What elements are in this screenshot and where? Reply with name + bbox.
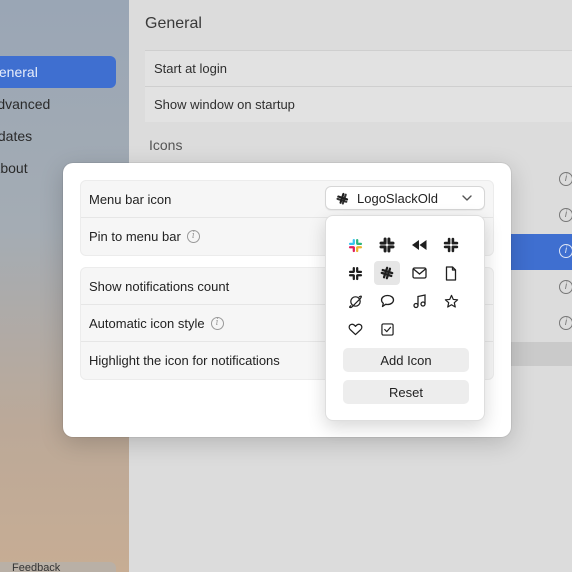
sidebar-item-advanced[interactable]: Advanced: [0, 88, 116, 120]
slack-color-icon[interactable]: [342, 233, 368, 257]
show-count-label: Show notifications count: [89, 278, 230, 294]
envelope-icon[interactable]: [406, 261, 432, 285]
pin-to-menu-bar-label: Pin to menu bar: [89, 229, 181, 244]
info-icon[interactable]: i: [559, 244, 572, 258]
rewind-icon[interactable]: [406, 233, 432, 257]
page-title: General: [145, 15, 202, 32]
sidebar-item-updates[interactable]: Updates: [0, 120, 116, 152]
slack-old-icon: [336, 192, 349, 205]
show-window-row[interactable]: Show window on startup: [145, 86, 572, 122]
reset-button[interactable]: Reset: [343, 380, 469, 404]
slack-bold-icon[interactable]: [374, 233, 400, 257]
sidebar-item-general[interactable]: General: [0, 56, 116, 88]
select-value: LogoSlackOld: [357, 190, 438, 206]
highlight-icon-label: Highlight the icon for notifications: [89, 353, 280, 368]
info-icon[interactable]: i: [559, 316, 572, 330]
info-icon[interactable]: i: [186, 230, 200, 243]
start-at-login-row[interactable]: Start at login: [145, 50, 572, 86]
star-icon[interactable]: [438, 289, 464, 313]
music-note-icon[interactable]: [406, 289, 432, 313]
planet-icon[interactable]: [342, 289, 368, 313]
document-icon[interactable]: [438, 261, 464, 285]
add-icon-button[interactable]: Add Icon: [343, 348, 469, 372]
heart-icon[interactable]: [342, 317, 368, 341]
menu-bar-icon-select[interactable]: LogoSlackOld: [325, 186, 485, 210]
sidebar-item-label: Updates: [0, 128, 33, 144]
slack-old-icon[interactable]: [374, 261, 400, 285]
sidebar-item-label: About: [0, 160, 28, 176]
info-icon[interactable]: i: [559, 208, 572, 222]
info-icon[interactable]: i: [559, 172, 572, 186]
info-icon[interactable]: i: [559, 280, 572, 294]
menu-bar-icon-label: Menu bar icon: [89, 191, 172, 207]
chevron-down-icon: [462, 195, 472, 201]
info-icon[interactable]: i: [210, 316, 224, 330]
icons-section-label: Icons: [149, 137, 183, 153]
sidebar-item-label: Advanced: [0, 96, 51, 112]
speech-bubble-icon[interactable]: [374, 289, 400, 313]
feedback-button[interactable]: Feedback: [0, 562, 116, 572]
slack-thin-icon[interactable]: [342, 261, 368, 285]
sidebar-item-label: General: [0, 64, 38, 80]
slack-outline-icon[interactable]: [438, 233, 464, 257]
checkbox-icon[interactable]: [374, 317, 400, 341]
auto-icon-style-label: Automatic icon style: [89, 315, 205, 331]
icon-picker-menu: Add Icon Reset: [325, 215, 485, 421]
